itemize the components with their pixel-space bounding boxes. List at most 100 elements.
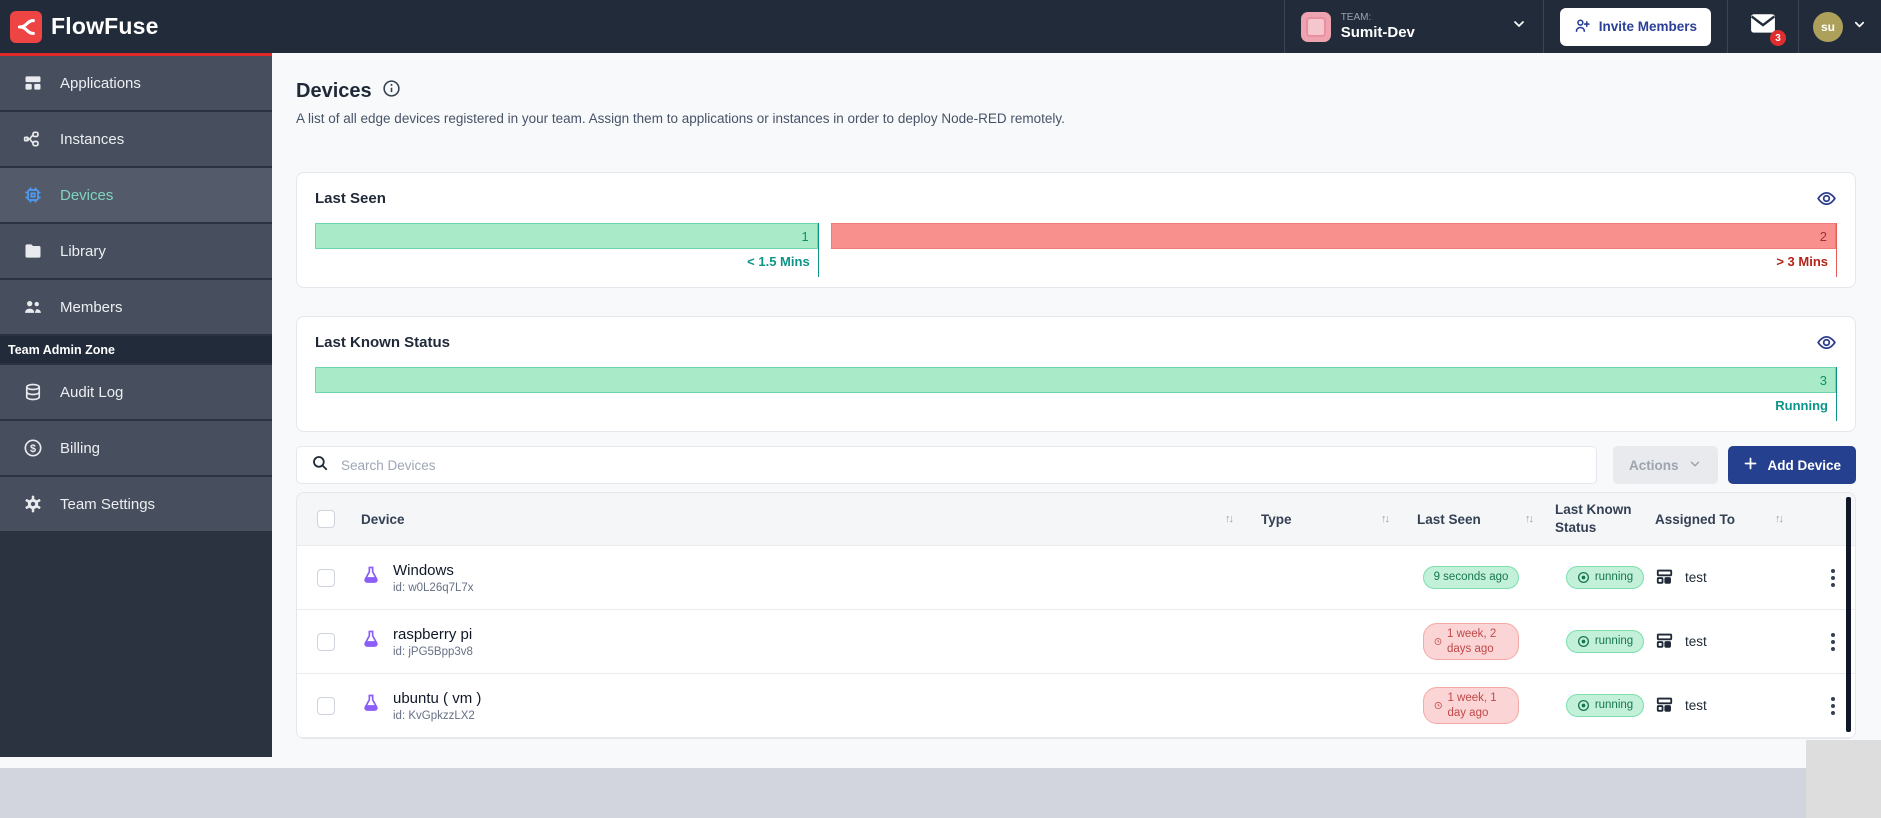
assigned-to-value[interactable]: test xyxy=(1685,698,1707,713)
sort-icon[interactable]: ↑ ↓ xyxy=(1775,513,1811,525)
user-menu[interactable]: su xyxy=(1799,11,1867,42)
bar-label: Running xyxy=(1775,398,1828,413)
flask-icon xyxy=(361,565,381,590)
sort-icon[interactable]: ↑ ↓ xyxy=(1225,513,1261,525)
chevron-down-icon xyxy=(1688,457,1702,474)
flowfuse-logo[interactable]: FlowFuse xyxy=(10,10,159,43)
last-known-status-card: Last Known Status 3 Running xyxy=(296,316,1856,432)
column-header-last-seen[interactable]: Last Seen xyxy=(1417,512,1525,527)
logo-text: FlowFuse xyxy=(51,13,159,39)
sidebar-item-label: Applications xyxy=(60,74,141,92)
status-badge: running xyxy=(1565,694,1645,717)
clock-icon xyxy=(1434,638,1442,645)
device-id: id: jPG5Bpp3v8 xyxy=(393,645,473,658)
sidebar-item-label: Library xyxy=(60,242,106,260)
page-title: Devices xyxy=(296,79,372,102)
assigned-to-value[interactable]: test xyxy=(1685,634,1707,649)
row-menu-kebab-icon[interactable] xyxy=(1825,563,1841,593)
sidebar-item-billing[interactable]: $ Billing xyxy=(0,421,272,475)
vertical-scrollbar[interactable] xyxy=(1806,740,1881,818)
flask-icon xyxy=(361,629,381,654)
horizontal-scrollbar[interactable] xyxy=(0,768,1806,818)
devices-table: Device ↑ ↓ Type ↑ ↓ Last Seen ↑ ↓ Last Know… xyxy=(296,492,1856,739)
sidebar-item-applications[interactable]: Applications xyxy=(0,56,272,110)
navbar-divider xyxy=(1542,0,1544,53)
sidebar-item-devices[interactable]: Devices xyxy=(0,168,272,222)
bar-label: > 3 Mins xyxy=(1776,254,1828,269)
row-menu-kebab-icon[interactable] xyxy=(1825,627,1841,657)
running-icon xyxy=(1577,571,1589,584)
last-known-status-card-title: Last Known Status xyxy=(315,334,451,351)
last-seen-card-title: Last Seen xyxy=(315,190,386,207)
table-row[interactable]: ubuntu ( vm ) id: KvGpkzzLX2 1 week, 1 d… xyxy=(297,674,1855,738)
app-body: Applications Instances Devices Library M… xyxy=(0,53,1881,768)
table-vertical-scrollbar[interactable] xyxy=(1846,497,1851,732)
sidebar-item-label: Members xyxy=(60,298,123,316)
column-header-device[interactable]: Device xyxy=(345,512,1225,527)
notifications-button[interactable]: 3 xyxy=(1728,0,1798,53)
device-name: Windows xyxy=(393,561,454,579)
sidebar-item-library[interactable]: Library xyxy=(0,224,272,278)
gear-icon xyxy=(22,494,44,514)
table-header-row: Device ↑ ↓ Type ↑ ↓ Last Seen ↑ ↓ Last Know… xyxy=(297,493,1855,546)
table-row[interactable]: raspberry pi id: jPG5Bpp3v8 1 week, 2 da… xyxy=(297,610,1855,674)
sidebar-item-label: Devices xyxy=(60,186,114,204)
avatar: su xyxy=(1813,11,1843,42)
sort-icon[interactable]: ↑ ↓ xyxy=(1525,513,1555,525)
column-header-last-known-status[interactable]: Last Known Status xyxy=(1555,501,1647,536)
search-icon xyxy=(311,454,329,477)
last-seen-badge: 1 week, 1 day ago xyxy=(1423,687,1519,724)
flowfuse-logo-icon xyxy=(10,10,42,43)
devices-toolbar: Actions Add Device xyxy=(296,446,1856,484)
instances-icon xyxy=(22,129,44,149)
invite-members-label: Invite Members xyxy=(1598,19,1697,34)
row-checkbox[interactable] xyxy=(317,632,335,651)
device-id: id: KvGpkzzLX2 xyxy=(393,709,475,722)
eye-icon[interactable] xyxy=(1816,188,1837,209)
sidebar-item-members[interactable]: Members xyxy=(0,280,272,334)
notification-badge: 3 xyxy=(1770,30,1786,46)
row-checkbox[interactable] xyxy=(317,696,335,715)
row-menu-kebab-icon[interactable] xyxy=(1825,691,1841,721)
sidebar-item-label: Billing xyxy=(60,439,101,457)
top-navbar: FlowFuse TEAM: Sumit-Dev Invite Members … xyxy=(0,0,1881,53)
folder-icon xyxy=(22,241,44,261)
last-seen-bar-chart: 1 < 1.5 Mins 2 > 3 Mins xyxy=(315,223,1837,277)
actions-button[interactable]: Actions xyxy=(1612,446,1719,484)
sidebar-item-label: Instances xyxy=(60,130,125,148)
info-icon[interactable] xyxy=(382,79,401,103)
svg-text:$: $ xyxy=(30,443,36,455)
sort-icon[interactable]: ↑ ↓ xyxy=(1381,513,1417,525)
flask-icon xyxy=(361,693,381,718)
database-icon xyxy=(22,382,44,402)
team-selector[interactable]: TEAM: Sumit-Dev xyxy=(1285,0,1543,53)
sidebar-item-label: Audit Log xyxy=(60,383,124,401)
status-badge: running xyxy=(1565,566,1645,589)
last-seen-badge: 9 seconds ago xyxy=(1422,566,1520,589)
application-icon xyxy=(1655,695,1674,717)
table-row[interactable]: Windows id: w0L26q7L7x 9 seconds ago run… xyxy=(297,546,1855,610)
row-checkbox[interactable] xyxy=(317,568,335,587)
sidebar-item-team-settings[interactable]: Team Settings xyxy=(0,477,272,531)
sidebar-item-audit-log[interactable]: Audit Log xyxy=(0,365,272,419)
sidebar-item-instances[interactable]: Instances xyxy=(0,112,272,166)
bar-label: < 1.5 Mins xyxy=(747,254,810,269)
select-all-checkbox[interactable] xyxy=(317,510,335,528)
plus-icon xyxy=(1743,456,1758,474)
last-seen-badge: 1 week, 2 days ago xyxy=(1423,623,1519,660)
bar-value: 2 xyxy=(830,223,1836,249)
eye-icon[interactable] xyxy=(1816,332,1837,353)
column-header-assigned-to[interactable]: Assigned To xyxy=(1655,512,1775,527)
sidebar-item-label: Team Settings xyxy=(60,495,156,513)
column-header-type[interactable]: Type xyxy=(1261,512,1381,527)
applications-icon xyxy=(22,73,44,93)
add-device-label: Add Device xyxy=(1767,457,1841,473)
sidebar: Applications Instances Devices Library M… xyxy=(0,53,272,757)
running-icon xyxy=(1577,635,1589,648)
search-input[interactable] xyxy=(341,457,1582,473)
add-device-button[interactable]: Add Device xyxy=(1728,446,1856,484)
running-icon xyxy=(1577,699,1589,712)
application-icon xyxy=(1655,631,1674,653)
assigned-to-value[interactable]: test xyxy=(1685,570,1707,585)
invite-members-button[interactable]: Invite Members xyxy=(1559,7,1711,46)
